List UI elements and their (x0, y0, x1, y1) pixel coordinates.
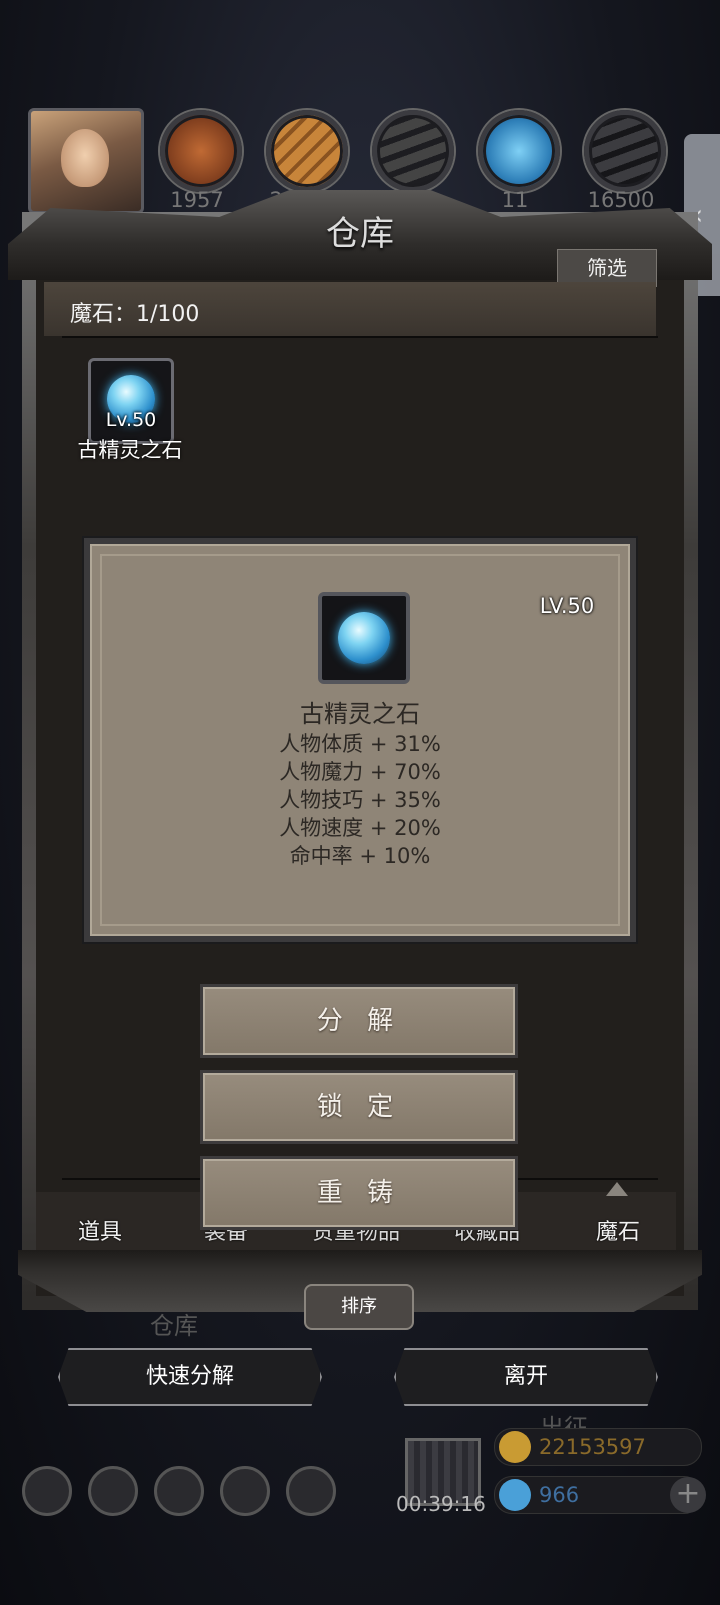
crystal-icon[interactable] (478, 110, 560, 192)
quick-decompose-button[interactable]: 快速分解 (58, 1348, 322, 1406)
reforge-button[interactable]: 重 铸 (200, 1156, 518, 1230)
avatar-face (61, 129, 109, 187)
stat-line: 人物速度 + 20% (279, 816, 441, 840)
add-gems-button[interactable]: + (670, 1477, 706, 1513)
page-title: 仓库 (326, 214, 394, 254)
item-name: 古精灵之石 (77, 438, 183, 462)
magic-stone-icon (338, 612, 390, 664)
detail-item-name: 古精灵之石 (300, 700, 420, 728)
mail-icon[interactable] (220, 1466, 270, 1516)
stone-icon[interactable] (372, 110, 454, 192)
leave-button[interactable]: 离开 (394, 1348, 658, 1406)
sort-button[interactable]: 排序 (304, 1284, 414, 1330)
gate-icon[interactable] (154, 1466, 204, 1516)
iron-icon[interactable] (584, 110, 666, 192)
detail-item-icon (318, 592, 410, 684)
resource-count: 11 (501, 188, 529, 212)
item-slot[interactable]: Lv.50 (88, 358, 174, 444)
gift-timer: 00:39:16 (396, 1492, 486, 1516)
settings-icon[interactable] (22, 1466, 72, 1516)
stat-line: 人物技巧 + 35% (279, 788, 441, 812)
divider (62, 336, 658, 338)
decompose-button[interactable]: 分 解 (200, 984, 518, 1058)
stat-line: 人物魔力 + 70% (279, 760, 441, 784)
avatar[interactable] (28, 108, 144, 214)
gold-icon (499, 1431, 531, 1463)
item-level: Lv.50 (105, 409, 157, 431)
item-detail-card: LV.50 古精灵之石 人物体质 + 31% 人物魔力 + 70% 人物技巧 +… (84, 538, 636, 942)
stat-line: 命中率 + 10% (289, 844, 431, 868)
tab-magic-stones[interactable]: 魔石 (596, 1214, 640, 1246)
stat-line: 人物体质 + 31% (279, 732, 441, 756)
gold-counter: 22153597 (494, 1428, 702, 1466)
detail-level: LV.50 (539, 594, 595, 618)
gem-icon (499, 1479, 531, 1511)
resource-count: 16500 (587, 188, 655, 212)
lock-button[interactable]: 锁 定 (200, 1070, 518, 1144)
gold-amount: 22153597 (539, 1435, 646, 1459)
wood-icon[interactable] (266, 110, 348, 192)
tab-items[interactable]: 道具 (78, 1214, 122, 1246)
meat-icon[interactable] (160, 110, 242, 192)
magic-stone-count: 魔石：1/100 (70, 302, 200, 327)
star-icon[interactable] (88, 1466, 138, 1516)
box-icon[interactable] (286, 1466, 336, 1516)
resource-count: 1957 (170, 188, 224, 212)
gem-amount: 966 (539, 1483, 580, 1507)
